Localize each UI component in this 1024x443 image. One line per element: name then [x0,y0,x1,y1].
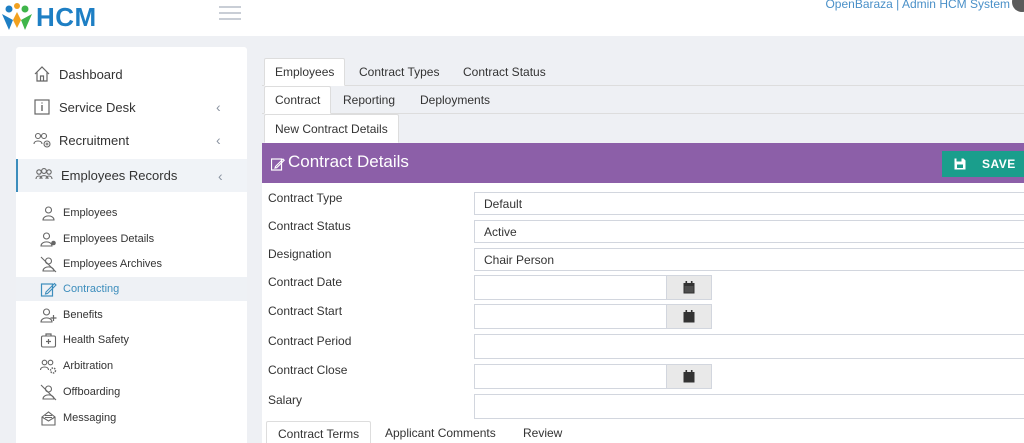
sidebar-subitem-label: Benefits [63,309,103,321]
tabs-contract: Contract Reporting Deployments [262,86,1024,114]
contract-edit-icon [40,282,57,297]
contract-close-input[interactable] [474,364,667,389]
save-button-label: SAVE [982,157,1016,171]
users-cog-icon [40,359,57,374]
sidebar-item-service-desk[interactable]: Service Desk ‹ [16,91,247,123]
contract-form: Contract Type Default Contract Status Ac… [262,183,1024,423]
users-group-icon [35,167,53,179]
sidebar-item-dashboard[interactable]: Dashboard [16,58,247,90]
header-title[interactable]: OpenBaraza | Admin HCM System [825,0,1010,11]
tab-contract-status[interactable]: Contract Status [453,58,556,86]
field-label: Contract Date [268,275,343,289]
salary-input[interactable] [474,394,1024,419]
user-remove-icon [40,384,57,400]
contract-status-select[interactable]: Active [474,220,1024,243]
designation-select[interactable]: Chair Person [474,248,1024,271]
user-icon [42,205,55,221]
contract-start-calendar-button[interactable] [667,304,712,329]
tab-contract-terms[interactable]: Contract Terms [266,421,372,443]
tab-review[interactable]: Review [512,421,573,443]
tab-applicant-comments[interactable]: Applicant Comments [374,421,507,443]
chevron-left-icon: ‹ [216,99,221,115]
user-archive-icon [40,256,57,272]
panel-title: Contract Details [288,152,409,171]
field-label: Contract Close [268,363,348,377]
contract-period-input[interactable] [474,334,1024,359]
contract-start-input[interactable] [474,304,667,329]
tabs-contract-details: New Contract Details [262,114,1024,143]
sidebar: Dashboard Service Desk ‹ Recruitment ‹ E… [16,47,247,443]
sidebar-subitem-label: Messaging [63,412,117,424]
sidebar-item-employees-records[interactable]: Employees Records ‹ [16,159,247,192]
contract-close-calendar-button[interactable] [667,364,712,389]
sidebar-subitem-label: Health Safety [63,334,130,346]
tab-contract[interactable]: Contract [264,86,332,114]
menu-toggle-icon[interactable] [219,6,241,22]
avatar[interactable] [1012,0,1024,12]
field-label: Contract Type [268,191,343,205]
field-label: Contract Status [268,219,351,233]
envelope-icon [41,410,56,426]
app-logo[interactable]: HCM [0,2,97,32]
tab-reporting[interactable]: Reporting [333,86,405,114]
chevron-left-icon: ‹ [216,132,221,148]
panel-header: Contract Details SAVE [262,143,1024,183]
sidebar-subitem-arbitration[interactable]: Arbitration [16,354,247,378]
user-details-icon [40,231,56,247]
floppy-disk-icon [954,158,966,170]
chevron-left-icon: ‹ [218,167,223,184]
sidebar-subitem-label: Offboarding [63,386,121,398]
sidebar-subitem-benefits[interactable]: Benefits [16,303,247,327]
sidebar-subitem-messaging[interactable]: Messaging [16,406,247,430]
field-label: Contract Start [268,304,343,318]
tab-contract-types[interactable]: Contract Types [349,58,449,86]
sidebar-item-label: Dashboard [59,66,123,82]
sidebar-subitem-employees[interactable]: Employees [16,201,247,225]
sidebar-subitem-label: Employees Archives [63,258,163,270]
health-kit-icon [40,332,57,348]
field-label: Salary [268,393,303,407]
contract-type-select[interactable]: Default [474,192,1024,215]
home-icon [34,66,50,82]
tabs-main: Employees Contract Types Contract Status [262,58,1024,86]
field-label: Designation [268,247,332,261]
field-label: Contract Period [268,334,352,348]
sidebar-subitem-label: Contracting [63,283,120,295]
sidebar-subitem-health-safety[interactable]: Health Safety [16,328,247,352]
user-plus-icon [40,307,57,323]
info-icon [34,99,50,115]
sidebar-item-label: Service Desk [59,99,136,115]
calendar-icon [683,281,695,294]
tab-employees[interactable]: Employees [264,58,346,86]
sidebar-subitem-employees-details[interactable]: Employees Details [16,227,247,251]
contract-date-calendar-button[interactable] [667,275,712,300]
sidebar-subitem-label: Employees Details [63,233,155,245]
top-bar: HCM OpenBaraza | Admin HCM System [0,0,1024,36]
save-button[interactable]: SAVE [942,151,1024,177]
tab-new-contract-details[interactable]: New Contract Details [264,114,399,143]
edit-icon [271,158,285,171]
sidebar-item-label: Recruitment [59,132,130,148]
calendar-icon [683,310,695,323]
sidebar-item-recruitment[interactable]: Recruitment ‹ [16,124,247,156]
sidebar-item-label: Employees Records [61,168,178,183]
sidebar-subitem-contracting[interactable]: Contracting [16,277,247,301]
logo-text: HCM [36,1,97,32]
tabs-contract-sections: Contract Terms Applicant Comments Review [262,419,1024,443]
contract-date-input[interactable] [474,275,667,300]
sidebar-subitem-offboarding[interactable]: Offboarding [16,380,247,404]
users-add-icon [33,132,51,148]
sidebar-subitem-label: Arbitration [63,360,114,372]
calendar-icon [683,370,695,383]
sidebar-subitem-label: Employees [63,207,118,219]
logo-people-icon [2,3,32,30]
main-content: Employees Contract Types Contract Status… [262,56,1024,443]
sidebar-subitem-employees-archives[interactable]: Employees Archives [16,252,247,276]
tab-deployments[interactable]: Deployments [410,86,500,114]
